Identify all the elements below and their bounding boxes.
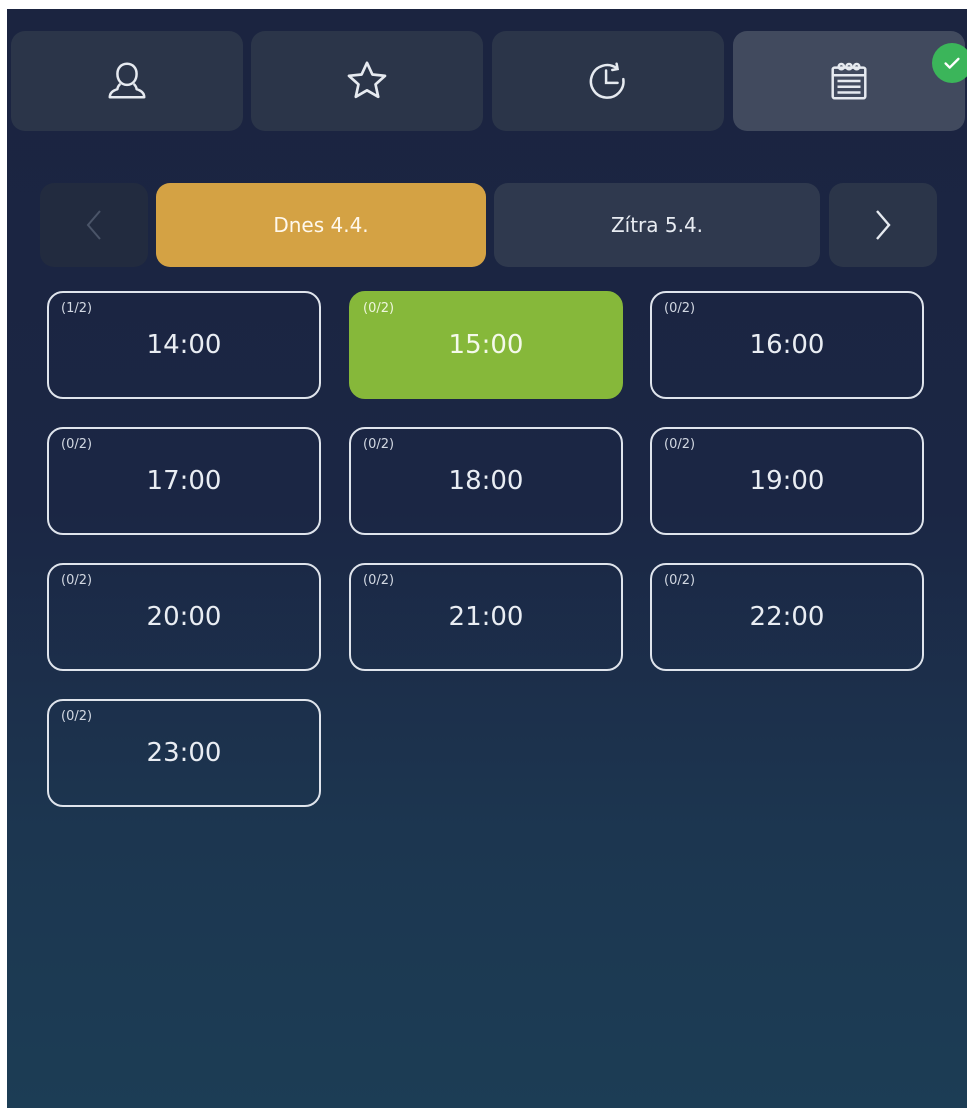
clock-history-icon [589, 62, 625, 99]
user-icon [108, 62, 146, 99]
time-slot-1800[interactable]: (0/2) 18:00 [349, 427, 623, 535]
tab-tomorrow[interactable]: Zítra 5.4. [494, 183, 820, 267]
slot-time: 16:00 [749, 330, 825, 360]
tab-history[interactable] [492, 31, 724, 131]
time-slot-2200[interactable]: (0/2) 22:00 [650, 563, 924, 671]
chevron-right-icon [876, 210, 891, 240]
time-slot-1400[interactable]: (1/2) 14:00 [47, 291, 321, 399]
time-slot-2300[interactable]: (0/2) 23:00 [47, 699, 321, 807]
slot-time: 21:00 [448, 602, 524, 632]
slot-time: 19:00 [749, 466, 825, 496]
slot-time: 15:00 [448, 330, 524, 360]
check-icon [944, 57, 960, 69]
slot-time: 18:00 [448, 466, 524, 496]
slot-time: 22:00 [749, 602, 825, 632]
time-slot-1600[interactable]: (0/2) 16:00 [650, 291, 924, 399]
slot-time: 14:00 [146, 330, 222, 360]
day-selector: Dnes 4.4. Zítra 5.4. [7, 183, 967, 267]
time-slot-1700[interactable]: (0/2) 17:00 [47, 427, 321, 535]
slot-time: 20:00 [146, 602, 222, 632]
previous-day-button[interactable] [40, 183, 148, 267]
status-badge [932, 43, 967, 83]
calendar-icon [831, 62, 867, 100]
next-day-button[interactable] [829, 183, 937, 267]
tab-profile[interactable] [11, 31, 243, 131]
tab-schedule[interactable] [733, 31, 965, 131]
slot-time: 23:00 [146, 738, 222, 768]
time-slot-1900[interactable]: (0/2) 19:00 [650, 427, 924, 535]
star-icon [347, 61, 387, 99]
top-nav [7, 31, 967, 131]
time-slot-1500[interactable]: (0/2) 15:00 [349, 291, 623, 399]
chevron-left-icon [86, 210, 101, 240]
slot-time: 17:00 [146, 466, 222, 496]
tab-favorites[interactable] [251, 31, 483, 131]
time-slot-2000[interactable]: (0/2) 20:00 [47, 563, 321, 671]
tab-today[interactable]: Dnes 4.4. [156, 183, 486, 267]
time-slot-2100[interactable]: (0/2) 21:00 [349, 563, 623, 671]
app-window: Dnes 4.4. Zítra 5.4. (1/2) 14:00 (0/2) 15:0… [7, 9, 967, 1108]
